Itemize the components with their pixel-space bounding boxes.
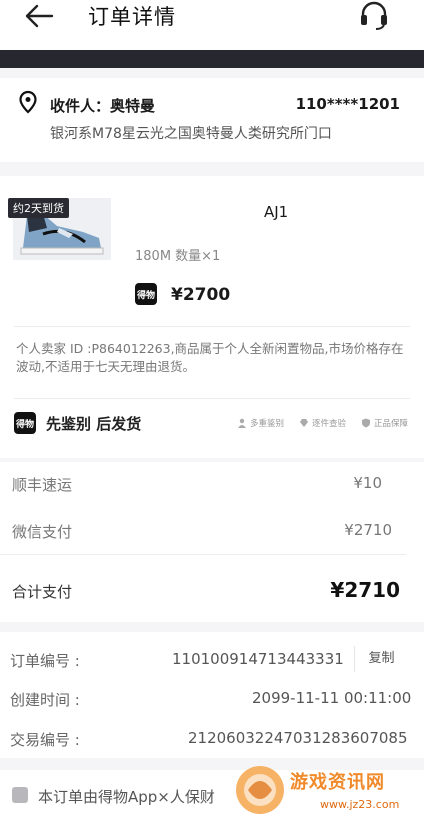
created-time-label: 创建时间 : <box>10 691 80 709</box>
top-bar: 订单详情 <box>0 0 424 50</box>
recipient-phone: 110****1201 <box>295 95 400 113</box>
back-arrow-icon[interactable] <box>24 4 54 28</box>
total-label: 合计支付 <box>12 583 73 601</box>
tag-label: 多重鉴别 <box>250 419 285 429</box>
order-info-card: 订单编号 : 110100914713443331 复制 创建时间 : 2099… <box>0 632 424 758</box>
created-time: 2099-11-11 00:11:00 <box>252 689 412 707</box>
insurance-notice-text: 本订单由得物App×人保财 <box>38 788 215 806</box>
order-number: 110100914713443331 <box>172 650 344 668</box>
product-price: ¥2700 <box>171 285 231 305</box>
shipping-fee: ¥10 <box>353 474 382 492</box>
divider <box>14 326 410 327</box>
trade-number-label: 交易编号 : <box>10 731 80 749</box>
tag-item-check: 逐件查验 <box>299 417 346 429</box>
product-name: AJ1 <box>264 203 289 221</box>
divider <box>14 398 410 399</box>
divider <box>0 554 406 555</box>
person-icon <box>238 418 246 428</box>
tag-multi-check: 多重鉴别 <box>237 417 284 429</box>
total-amount: ¥2710 <box>330 578 400 602</box>
headset-icon[interactable] <box>358 0 390 32</box>
tag-label: 逐件查验 <box>312 419 347 429</box>
payment-method-label: 微信支付 <box>12 523 73 541</box>
location-pin-icon <box>19 90 37 114</box>
order-number-label: 订单编号 : <box>10 652 80 670</box>
tag-label: 正品保障 <box>374 419 409 429</box>
payment-amount: ¥2710 <box>344 521 392 539</box>
address-card[interactable]: 收件人：奥特曼 110****1201 银河系M78星云光之国奥特曼人类研究所门… <box>0 78 424 162</box>
authentication-title: 先鉴别 后发货 <box>46 415 142 433</box>
delivery-badge: 约2天到货 <box>8 198 69 218</box>
copy-button[interactable]: 复制 <box>354 646 408 672</box>
shipping-method-label: 顺丰速运 <box>12 476 73 494</box>
payment-card: 顺丰速运 ¥10 微信支付 ¥2710 合计支付 ¥2710 <box>0 462 424 622</box>
seller-notice: 个人卖家 ID :P864012263,商品属于个人全新闲置物品,市场价格存在波… <box>16 341 404 374</box>
watermark-url: www.jz23.com <box>320 798 400 811</box>
document-icon <box>12 787 28 803</box>
recipient-name: 收件人：奥特曼 <box>50 97 156 115</box>
trade-number: 21206032247031283607085 <box>188 729 408 747</box>
watermark-text: 游戏资讯网 <box>290 772 385 793</box>
product-card: 约2天到货 AJ1 180M 数量×1 得物 ¥2700 个人卖家 ID :P8… <box>0 176 424 458</box>
shield-icon <box>362 418 370 428</box>
tag-authentic: 正品保障 <box>361 417 408 429</box>
brand-logo-icon: 得物 <box>14 412 36 434</box>
shipping-address: 银河系M78星云光之国奥特曼人类研究所门口 <box>50 126 332 142</box>
watermark-logo-icon <box>236 766 284 814</box>
page-title: 订单详情 <box>88 5 176 29</box>
brand-logo-icon: 得物 <box>135 283 157 305</box>
header-band <box>0 50 424 68</box>
product-spec: 180M 数量×1 <box>135 249 221 264</box>
diamond-icon <box>300 419 308 427</box>
site-watermark: 游戏资讯网 www.jz23.com <box>230 760 420 822</box>
